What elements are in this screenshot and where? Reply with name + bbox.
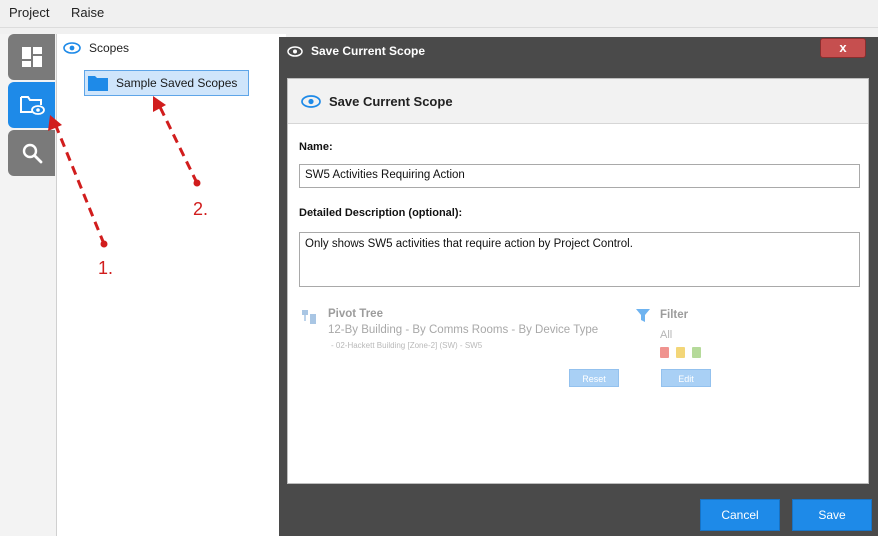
scopes-header: Scopes: [63, 39, 129, 57]
dialog-header: Save Current Scope: [288, 79, 868, 124]
eye-icon: [63, 42, 81, 54]
pivot-tree-path: 12-By Building - By Comms Rooms - By Dev…: [328, 324, 599, 336]
clipboard-yellow-icon: [676, 347, 685, 358]
dashboard-icon: [21, 47, 42, 67]
name-input[interactable]: SW5 Activities Requiring Action: [299, 164, 860, 188]
filter-value: All: [660, 329, 673, 341]
cancel-button[interactable]: Cancel: [700, 499, 780, 531]
save-scope-dialog: Save Current Scope x Save Current Scope …: [279, 37, 878, 536]
filter-title: Filter: [660, 309, 689, 321]
sidebar-scopes-button[interactable]: [8, 82, 55, 128]
annotation-step-2: 2.: [193, 199, 209, 219]
save-button[interactable]: Save: [792, 499, 872, 531]
name-label: Name:: [299, 141, 333, 153]
tree-item-label: Sample Saved Scopes: [116, 76, 238, 90]
eye-icon: [301, 94, 321, 108]
folder-icon: [88, 76, 108, 91]
eye-icon: [287, 45, 303, 57]
description-label: Detailed Description (optional):: [299, 207, 463, 219]
menu-project[interactable]: Project: [9, 5, 49, 20]
pivot-tree-icon: [302, 310, 316, 324]
close-button[interactable]: x: [820, 38, 866, 58]
reset-button[interactable]: Reset: [569, 369, 619, 387]
pivot-tree-subpath: - 02-Hackett Building [Zone-2] (SW) - SW…: [331, 341, 483, 350]
pivot-tree-title: Pivot Tree: [328, 308, 383, 320]
scopes-panel: Scopes Sample Saved Scopes: [56, 34, 286, 536]
description-textarea[interactable]: Only shows SW5 activities that require a…: [299, 232, 860, 287]
menu-bar: Project Raise: [0, 0, 878, 28]
folder-eye-icon: [19, 96, 45, 115]
tree-item-sample-saved-scopes[interactable]: Sample Saved Scopes: [84, 70, 249, 96]
scopes-title: Scopes: [89, 41, 130, 55]
edit-filter-button[interactable]: Edit: [661, 369, 711, 387]
dialog-window-title: Save Current Scope: [311, 44, 426, 58]
sidebar-dashboard-button[interactable]: [8, 34, 55, 80]
annotation-step-1: 1.: [98, 258, 114, 278]
menu-raise[interactable]: Raise: [71, 5, 104, 20]
dialog-heading: Save Current Scope: [329, 93, 453, 109]
search-icon: [22, 143, 42, 164]
sidebar-search-button[interactable]: [8, 130, 55, 176]
filter-icon: [636, 309, 650, 322]
clipboard-red-icon: [660, 347, 669, 358]
dialog-content: Save Current Scope Name: SW5 Activities …: [287, 78, 869, 484]
dialog-titlebar: Save Current Scope: [287, 44, 425, 58]
clipboard-green-icon: [692, 347, 701, 358]
sidebar: [0, 34, 56, 536]
